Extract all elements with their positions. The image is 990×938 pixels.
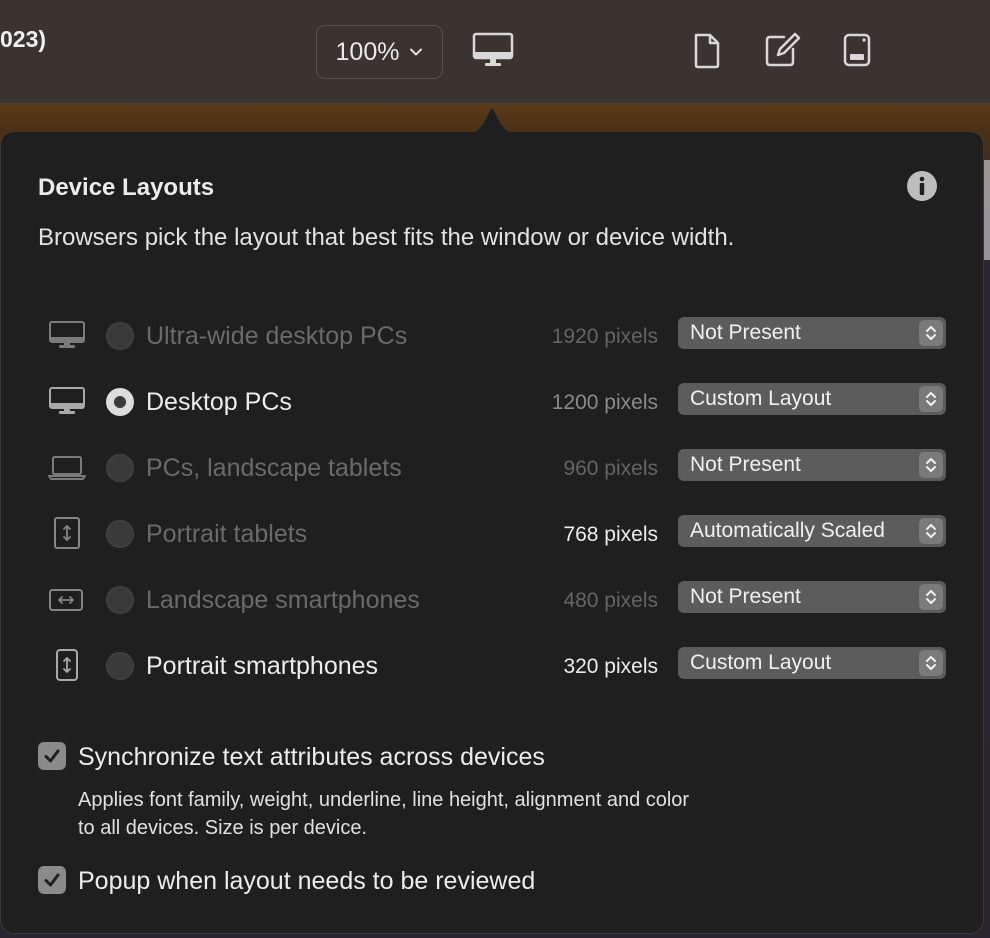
layout-row-laptop: PCs, landscape tablets 960 pixels Not Pr… — [0, 448, 984, 488]
layout-select-value: Not Present — [690, 321, 801, 344]
sync-text-attributes-checkbox[interactable] — [38, 742, 66, 770]
up-down-chevron-icon — [919, 518, 943, 544]
layout-label: Landscape smartphones — [146, 586, 420, 614]
layout-pixels: 1920 pixels — [551, 325, 658, 348]
zoom-label: 100% — [335, 37, 400, 66]
sync-description-line: Applies font family, weight, underline, … — [78, 789, 690, 811]
device-preview-icon[interactable] — [842, 32, 872, 68]
popover-subtitle: Browsers pick the layout that best fits … — [38, 224, 735, 251]
layout-select-value: Automatically Scaled — [690, 519, 885, 542]
info-icon[interactable] — [906, 170, 938, 202]
up-down-chevron-icon — [919, 650, 943, 676]
checkmark-icon — [44, 749, 60, 763]
layout-pixels: 768 pixels — [563, 523, 658, 546]
sync-description-line: to all devices. Size is per device. — [78, 817, 368, 839]
zoom-dropdown[interactable]: 100% — [316, 25, 443, 79]
compose-icon[interactable] — [764, 32, 802, 68]
popover-arrow — [466, 108, 518, 134]
layout-label: Portrait tablets — [146, 520, 308, 548]
layout-select-value: Custom Layout — [690, 387, 832, 410]
layout-radio-desktop[interactable] — [106, 388, 134, 416]
document-icon[interactable] — [692, 32, 722, 70]
layout-select-value: Not Present — [690, 453, 801, 476]
desktop-monitor-icon[interactable] — [472, 32, 514, 68]
layout-select-portrait-phone[interactable]: Custom Layout — [678, 647, 946, 679]
checkmark-icon — [44, 873, 60, 887]
layout-label: Ultra-wide desktop PCs — [146, 322, 408, 350]
layout-radio-laptop[interactable] — [106, 454, 134, 482]
sync-description: Applies font family, weight, underline, … — [78, 786, 838, 842]
chevron-down-icon — [410, 48, 423, 56]
layout-pixels: 1200 pixels — [551, 391, 658, 414]
layout-row-portrait-phone: Portrait smartphones 320 pixels Custom L… — [0, 646, 984, 686]
layout-select-portrait-tablet[interactable]: Automatically Scaled — [678, 515, 946, 547]
layout-radio-portrait-phone[interactable] — [106, 652, 134, 680]
window-title: 023) — [0, 26, 47, 52]
layout-select-ultrawide[interactable]: Not Present — [678, 317, 946, 349]
up-down-chevron-icon — [919, 320, 943, 346]
layout-pixels: 320 pixels — [563, 655, 658, 678]
portrait-phone-icon — [56, 649, 78, 681]
desktop-monitor-icon — [49, 387, 85, 414]
laptop-icon — [48, 456, 86, 480]
layout-pixels: 960 pixels — [563, 457, 658, 480]
layout-label: Portrait smartphones — [146, 652, 379, 680]
up-down-chevron-icon — [919, 584, 943, 610]
layout-row-portrait-tablet: Portrait tablets 768 pixels Automaticall… — [0, 514, 984, 554]
layout-row-desktop: Desktop PCs 1200 pixels Custom Layout — [0, 382, 984, 422]
layout-label: Desktop PCs — [146, 388, 292, 416]
background-window-edge — [984, 160, 990, 260]
layout-select-value: Custom Layout — [690, 651, 832, 674]
layout-select-value: Not Present — [690, 585, 801, 608]
popup-review-checkbox[interactable] — [38, 866, 66, 894]
landscape-phone-icon — [49, 589, 83, 611]
layout-radio-ultrawide[interactable] — [106, 322, 134, 350]
up-down-chevron-icon — [919, 386, 943, 412]
layout-radio-landscape-phone[interactable] — [106, 586, 134, 614]
layout-radio-portrait-tablet[interactable] — [106, 520, 134, 548]
sync-text-attributes-label[interactable]: Synchronize text attributes across devic… — [78, 743, 545, 772]
up-down-chevron-icon — [919, 452, 943, 478]
popup-review-label[interactable]: Popup when layout needs to be reviewed — [78, 867, 535, 896]
portrait-tablet-icon — [54, 517, 80, 549]
layout-row-landscape-phone: Landscape smartphones 480 pixels Not Pre… — [0, 580, 984, 620]
desktop-monitor-icon — [49, 321, 85, 348]
layout-pixels: 480 pixels — [563, 589, 658, 612]
layout-row-ultrawide: Ultra-wide desktop PCs 1920 pixels Not P… — [0, 316, 984, 356]
layout-select-laptop[interactable]: Not Present — [678, 449, 946, 481]
layout-label: PCs, landscape tablets — [146, 454, 402, 482]
layout-select-landscape-phone[interactable]: Not Present — [678, 581, 946, 613]
popover-title: Device Layouts — [38, 174, 215, 201]
layout-select-desktop[interactable]: Custom Layout — [678, 383, 946, 415]
toolbar: 023) 100% — [0, 0, 990, 104]
